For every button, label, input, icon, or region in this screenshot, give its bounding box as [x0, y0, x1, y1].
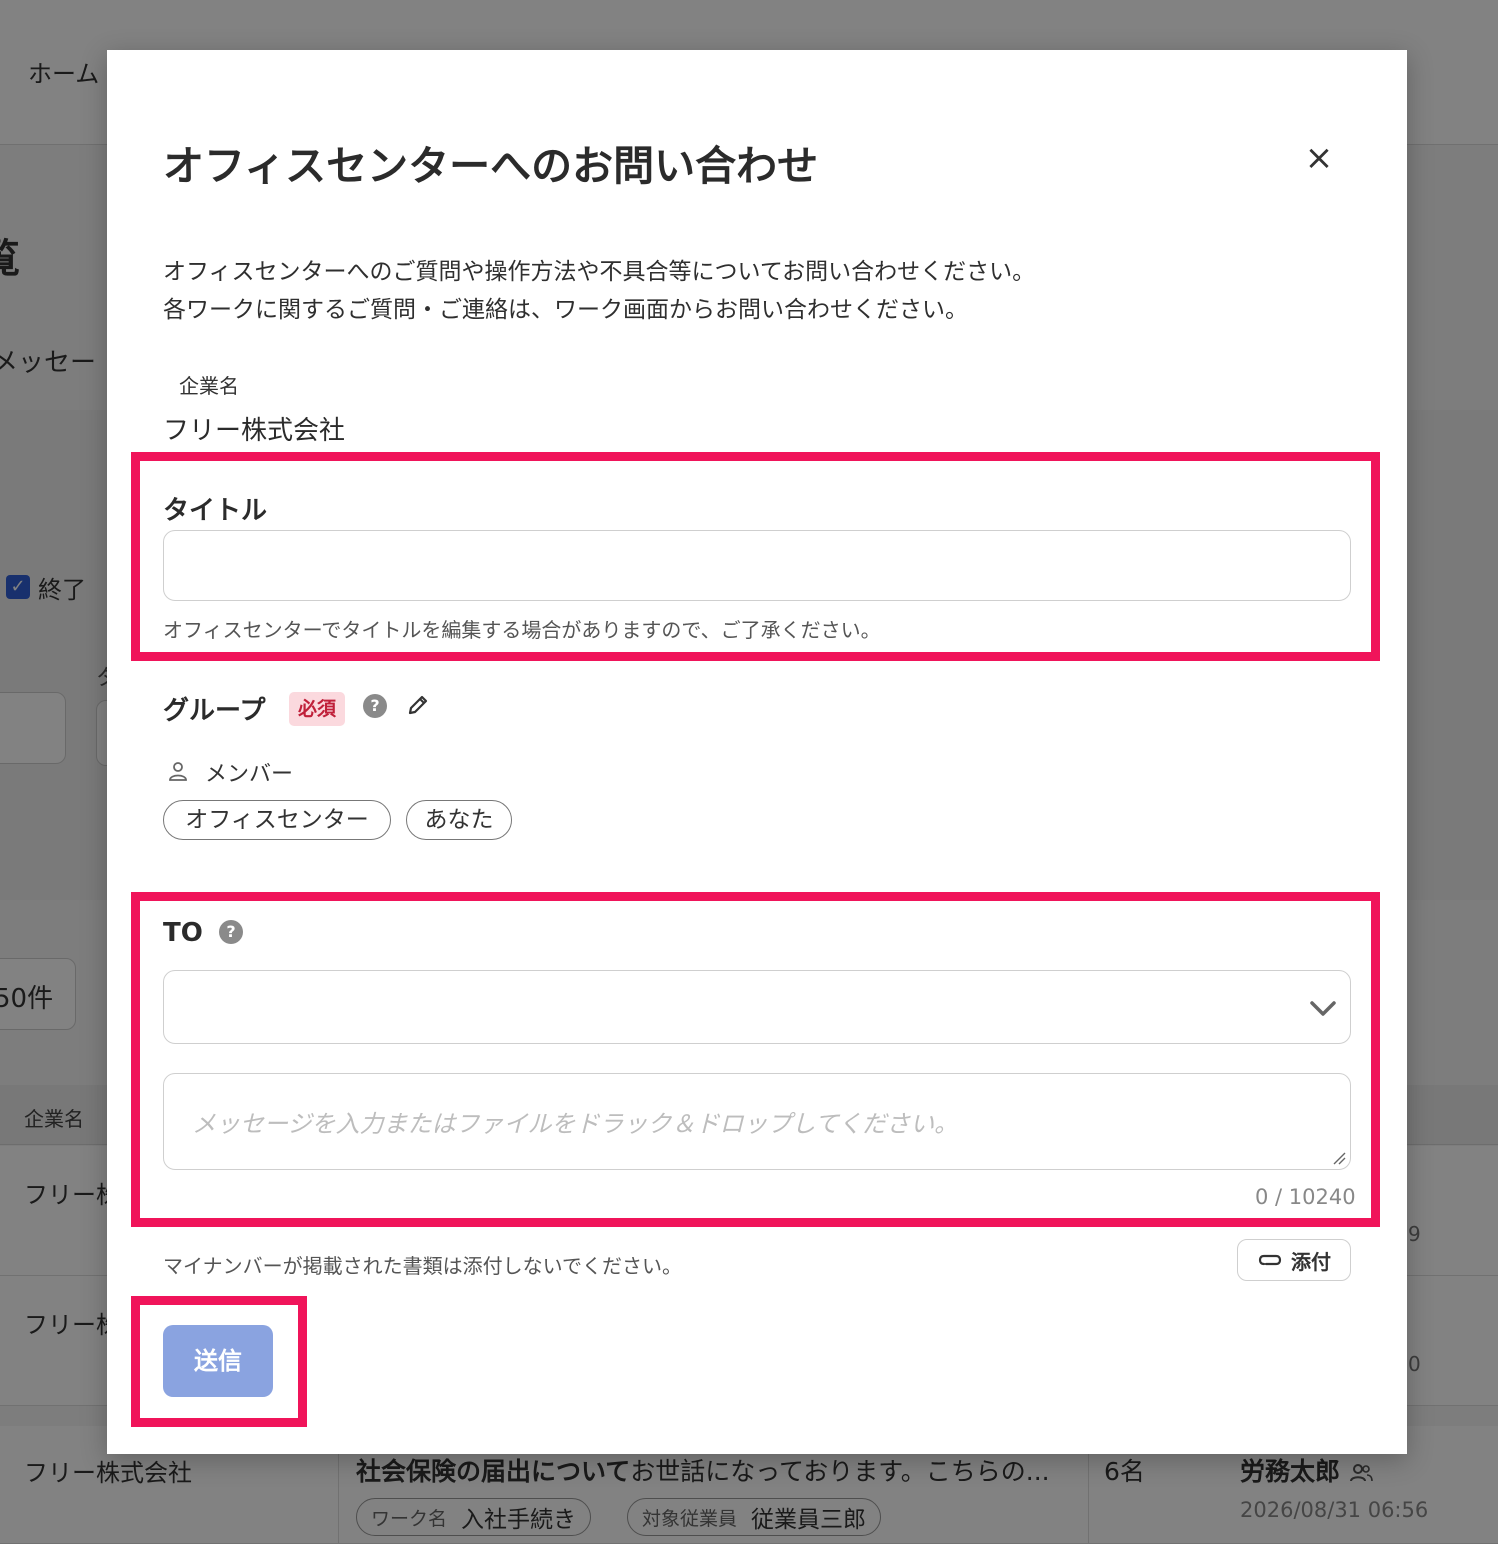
- message-counter: 0 / 10240: [1255, 1185, 1356, 1209]
- title-hint: オフィスセンターでタイトルを編集する場合がありますので、ご了承ください。: [163, 618, 881, 642]
- to-label: TO: [163, 918, 203, 948]
- help-icon[interactable]: ?: [363, 694, 387, 718]
- member-chip-you: あなた: [406, 800, 512, 840]
- message-textarea[interactable]: メッセージを入力またはファイルをドラック＆ドロップしてください。: [163, 1073, 1351, 1170]
- contact-modal: オフィスセンターへのお問い合わせ × オフィスセンターへのご質問や操作方法や不具…: [107, 50, 1407, 1454]
- company-label: 企業名: [179, 374, 239, 398]
- title-field-label: タイトル: [163, 496, 268, 526]
- attach-button[interactable]: 添付: [1237, 1239, 1351, 1281]
- resize-handle-icon[interactable]: [1332, 1151, 1346, 1165]
- submit-button[interactable]: 送信: [163, 1325, 273, 1397]
- required-badge: 必須: [289, 692, 345, 726]
- attach-note: マイナンバーが掲載された書類は添付しないでください。: [163, 1254, 682, 1278]
- close-icon[interactable]: ×: [1299, 138, 1339, 178]
- message-placeholder: メッセージを入力またはファイルをドラック＆ドロップしてください。: [192, 1110, 959, 1138]
- paperclip-icon: [1258, 1254, 1282, 1266]
- person-icon: [169, 762, 187, 781]
- to-select[interactable]: [163, 970, 1351, 1044]
- pencil-icon[interactable]: [405, 692, 431, 718]
- chevron-down-icon: [1310, 1001, 1336, 1016]
- modal-title: オフィスセンターへのお問い合わせ: [163, 142, 819, 190]
- members-label: メンバー: [205, 762, 294, 787]
- help-icon[interactable]: ?: [219, 920, 243, 944]
- attach-button-label: 添付: [1291, 1249, 1331, 1274]
- group-label: グループ: [163, 696, 266, 726]
- title-input[interactable]: [163, 530, 1351, 601]
- company-value: フリー株式会社: [163, 416, 346, 446]
- member-chip-office-center: オフィスセンター: [163, 800, 391, 840]
- modal-description-line2: 各ワークに関するご質問・ご連絡は、ワーク画面からお問い合わせください。: [163, 297, 968, 323]
- modal-description-line1: オフィスセンターへのご質問や操作方法や不具合等についてお問い合わせください。: [163, 259, 1036, 285]
